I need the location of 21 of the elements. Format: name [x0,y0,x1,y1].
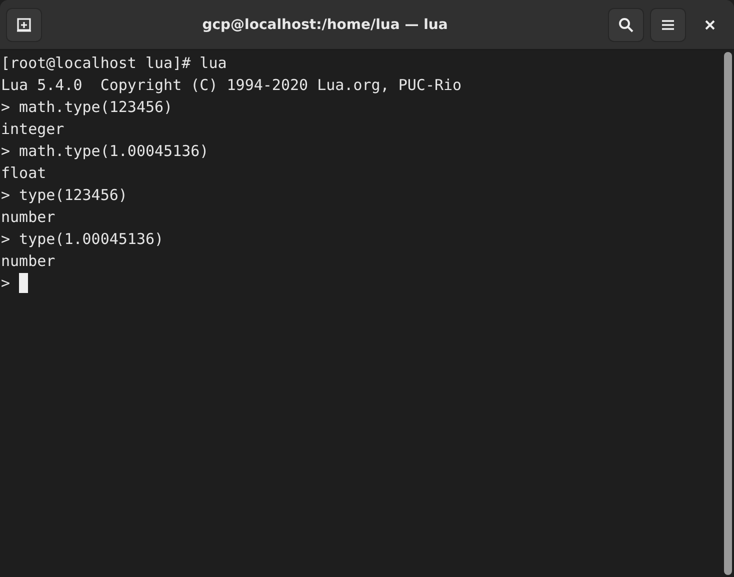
new-tab-button[interactable] [6,8,42,42]
terminal-line: > type(123456) [1,185,128,206]
scrollbar[interactable] [724,52,732,575]
terminal-line: integer [1,119,64,140]
terminal-line: > type(1.00045136) [1,229,164,250]
prompt: > [1,273,10,294]
terminal-line: number [1,251,56,272]
terminal-line: > math.type(123456) [1,97,173,118]
terminal-line: number [1,207,56,228]
text-cursor [19,273,28,293]
close-icon [704,18,716,30]
terminal-line: [root@localhost lua]# lua [1,53,227,74]
menu-icon [661,18,675,30]
search-icon [618,16,634,32]
terminal-line: > math.type(1.00045136) [1,141,209,162]
new-tab-icon [16,16,32,32]
terminal-line: Lua 5.4.0 Copyright (C) 1994-2020 Lua.org, PUC-Rio [1,75,462,96]
search-button[interactable] [608,8,644,42]
menu-button[interactable] [650,8,686,42]
window-title: gcp@localhost:/home/lua — lua [201,16,449,32]
terminal-line: float [1,163,46,184]
